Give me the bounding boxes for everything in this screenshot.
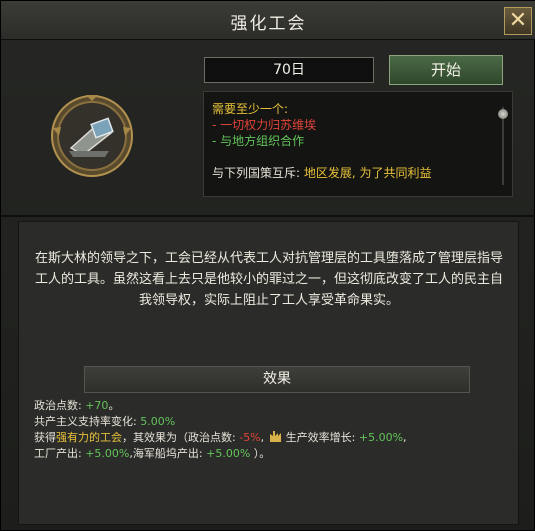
effect-value: +5.00%: [85, 447, 130, 460]
effect-political-power: 政治点数: +70。: [34, 399, 120, 412]
close-icon: ✕: [508, 8, 528, 33]
effect-label: 生产效率增长:: [285, 431, 356, 444]
effect-value: +70: [85, 399, 109, 412]
duration-field: 70日: [204, 57, 374, 83]
focus-description: 在斯大林的领导之下，工会已经从代表工人对抗管理层的工具堕落成了管理层指导工人的工…: [34, 251, 503, 308]
effect-output: 工厂产出: +5.00%,海军船坞产出: +5.00% ）。: [34, 447, 271, 460]
focus-emblem-icon: [49, 93, 135, 179]
start-button[interactable]: 开始: [389, 55, 503, 85]
effect-label: 政治点数:: [34, 399, 82, 412]
requirement-item: - 与地方组织合作: [212, 134, 305, 148]
exclusive-item[interactable]: 为了共同利益: [360, 166, 432, 180]
idea-name-link[interactable]: 强有力的工会: [56, 431, 122, 444]
requirement-item: - 一切权力归苏维埃: [212, 118, 317, 132]
window-title: 强化工会: [230, 14, 307, 34]
requirements-header: 需要至少一个:: [212, 102, 289, 116]
effect-label: 工厂产出:: [34, 447, 82, 460]
scroll-thumb[interactable]: [498, 109, 508, 119]
effect-label: 获得: [34, 431, 56, 444]
exclusive-line: 与下列国策互斥: 地区发展, 为了共同利益: [212, 166, 432, 180]
effect-label: ，其效果为（政治点数:: [122, 431, 236, 444]
effect-label: ）。: [253, 447, 271, 460]
effect-idea: 获得强有力的工会，其效果为（政治点数: -5%, 生产效率增长: +5.00%,: [34, 431, 407, 444]
effect-value: 5.00%: [140, 415, 176, 428]
title-bar: 强化工会 ✕: [1, 1, 535, 40]
requirements-box: 需要至少一个: - 一切权力归苏维埃 - 与地方组织合作 与下列国策互斥: 地区…: [203, 91, 513, 197]
effect-label: 海军船坞产出:: [132, 447, 203, 460]
close-button[interactable]: ✕: [504, 7, 532, 35]
effect-support: 共产主义支持率变化: 5.00%: [34, 413, 175, 429]
exclusive-item[interactable]: 地区发展: [304, 166, 352, 180]
effect-value: +5.00%: [206, 447, 251, 460]
divider: [1, 215, 535, 217]
effect-value: +5.00%: [358, 431, 404, 444]
effects-header: 效果: [84, 366, 470, 393]
effect-label: 共产主义支持率变化:: [34, 415, 137, 428]
focus-window: 强化工会 ✕ 70日 开始 需要至少一个: - 一切权力归苏维埃 - 与地方组织…: [0, 0, 535, 531]
exclusive-label: 与下列国策互斥:: [212, 166, 301, 180]
requirements-scrollbar[interactable]: [498, 99, 508, 189]
effect-value: -5%: [239, 431, 261, 444]
factory-icon: [269, 431, 284, 442]
